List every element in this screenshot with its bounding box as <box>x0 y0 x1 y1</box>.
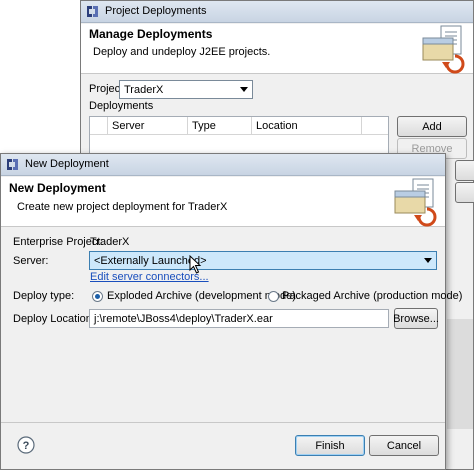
chevron-down-icon <box>424 258 432 263</box>
deployments-table[interactable]: Server Type Location <box>89 116 389 156</box>
finish-button[interactable]: Finish <box>295 435 365 456</box>
new-deployment-titlebar[interactable]: New Deployment <box>1 154 445 176</box>
header-title: Manage Deployments <box>89 27 213 41</box>
button-bar-separator <box>1 422 445 423</box>
help-icon[interactable]: ? <box>17 436 35 454</box>
eclipse-app-icon <box>87 6 98 17</box>
edit-server-connectors-link[interactable]: Edit server connectors... <box>90 271 209 283</box>
add-button[interactable]: Add <box>397 116 467 137</box>
new-deployment-dialog: New Deployment New Deployment Create new… <box>0 153 462 470</box>
server-combo[interactable]: <Externally Launched> <box>89 251 437 270</box>
deploy-location-value: j:\remote\JBoss4\deploy\TraderX.ear <box>94 312 273 325</box>
enterprise-project-value: TraderX <box>90 236 130 248</box>
packaged-archive-label[interactable]: Packaged Archive (production mode) <box>282 290 462 302</box>
back-window-side-strip <box>447 319 473 429</box>
back-window-button-4[interactable] <box>455 182 474 203</box>
deployments-label: Deployments <box>89 100 154 112</box>
header-description: Create new project deployment for Trader… <box>17 201 228 213</box>
header-title: New Deployment <box>9 181 106 195</box>
project-deployments-titlebar[interactable]: Project Deployments <box>81 1 473 23</box>
deployment-wizard-icon <box>394 178 437 227</box>
column-location[interactable]: Location <box>252 117 362 135</box>
dialog-title: New Deployment <box>25 158 109 170</box>
browse-button[interactable]: Browse... <box>393 308 439 329</box>
exploded-archive-radio[interactable] <box>92 291 103 302</box>
chevron-down-icon <box>240 87 248 92</box>
header-description: Deploy and undeploy J2EE projects. <box>93 46 271 58</box>
manage-deployments-header: Manage Deployments Deploy and undeploy J… <box>81 24 473 74</box>
eclipse-app-icon <box>7 159 18 170</box>
back-window-button-3[interactable] <box>455 160 474 181</box>
table-header-row: Server Type Location <box>90 117 388 135</box>
server-label: Server: <box>13 255 49 267</box>
packaged-archive-radio[interactable] <box>268 291 279 302</box>
deploy-location-field[interactable]: j:\remote\JBoss4\deploy\TraderX.ear <box>89 309 389 328</box>
column-server[interactable]: Server <box>108 117 188 135</box>
deploy-type-label: Deploy type: <box>13 290 75 302</box>
column-blank <box>90 117 108 135</box>
svg-text:?: ? <box>23 440 30 452</box>
cancel-button[interactable]: Cancel <box>369 435 439 456</box>
new-deployment-header: New Deployment Create new project deploy… <box>1 177 445 227</box>
column-type[interactable]: Type <box>188 117 252 135</box>
window-title: Project Deployments <box>105 5 207 17</box>
deploy-location-label: Deploy Location: <box>13 313 95 325</box>
deployment-wizard-icon <box>422 25 465 74</box>
project-combo[interactable]: TraderX <box>119 80 253 99</box>
project-combo-value: TraderX <box>124 83 164 96</box>
